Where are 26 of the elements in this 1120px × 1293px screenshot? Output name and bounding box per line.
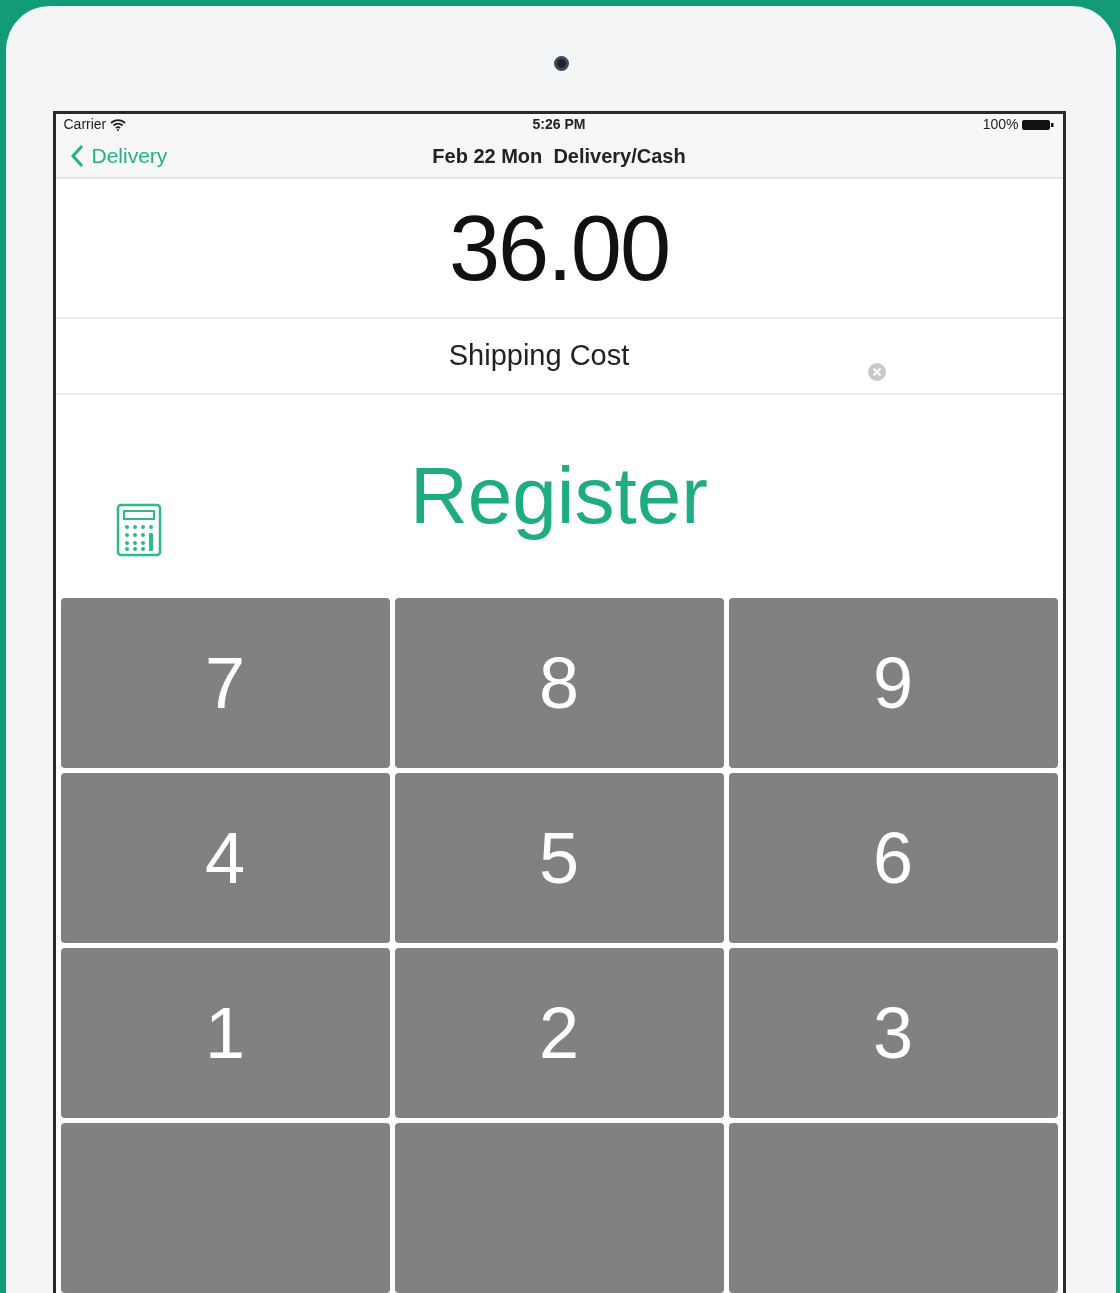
calculator-icon[interactable] [115,502,162,557]
keypad-key[interactable]: 7 [60,598,390,768]
keypad-key[interactable]: 4 [60,773,390,943]
clear-icon[interactable] [867,362,886,381]
chevron-left-icon [69,143,84,168]
back-button[interactable]: Delivery [55,140,168,172]
keypad-key[interactable]: 8 [394,598,724,768]
keypad-key[interactable] [394,1123,724,1293]
keypad-key[interactable]: 3 [728,948,1058,1118]
clock-time: 5:26 PM [532,115,586,134]
shipping-cost-field[interactable]: Shipping Cost [289,333,789,379]
camera-icon [553,56,569,71]
battery-percent: 100% [982,115,1019,134]
keypad-key[interactable]: 6 [728,773,1058,943]
carrier-label: Carrier [63,115,107,134]
wifi-icon [110,118,127,131]
battery-icon [1022,118,1055,131]
navigation-title: Feb 22 Mon Delivery/Cash [432,143,686,169]
amount-display: 36.00 [448,195,670,301]
keypad-key[interactable]: 2 [394,948,724,1118]
keypad-key[interactable]: 1 [60,948,390,1118]
keypad-key[interactable]: 5 [394,773,724,943]
keypad-key[interactable] [60,1123,390,1293]
register-button[interactable]: Register [404,435,714,558]
keypad-key[interactable] [728,1123,1058,1293]
keypad-key[interactable]: 9 [728,598,1058,768]
